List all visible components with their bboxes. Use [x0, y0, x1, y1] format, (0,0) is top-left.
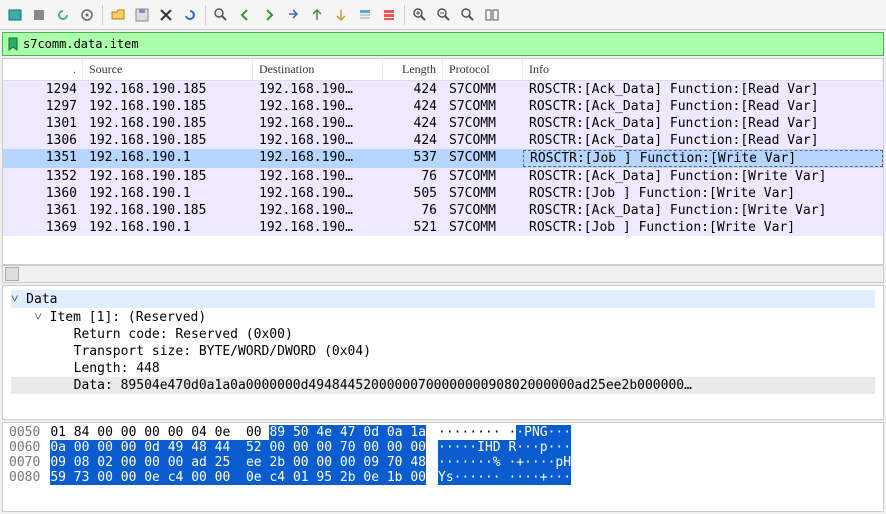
close-icon[interactable]: [155, 4, 177, 26]
packet-row[interactable]: 1360192.168.190.1192.168.190…505S7COMMRO…: [3, 185, 883, 202]
packet-row[interactable]: 1294192.168.190.185192.168.190…424S7COMM…: [3, 81, 883, 98]
find-icon[interactable]: [210, 4, 232, 26]
packet-row[interactable]: 1361192.168.190.185192.168.190…76S7COMMR…: [3, 202, 883, 219]
tree-item-node[interactable]: ˅ Item [1]: (Reserved): [11, 308, 875, 326]
save-icon[interactable]: [131, 4, 153, 26]
packet-list-pane[interactable]: . Source Destination Length Protocol Inf…: [2, 58, 884, 265]
tree-data-hex[interactable]: Data: 89504e470d0a1a0a0000000d4948445200…: [11, 377, 875, 394]
packet-row[interactable]: 1351192.168.190.1192.168.190…537S7COMMRO…: [3, 149, 883, 168]
interfaces-icon[interactable]: [4, 4, 26, 26]
stop-icon[interactable]: [28, 4, 50, 26]
colorize-icon[interactable]: [378, 4, 400, 26]
packet-list-header: . Source Destination Length Protocol Inf…: [3, 59, 883, 81]
packet-row[interactable]: 1306192.168.190.185192.168.190…424S7COMM…: [3, 132, 883, 149]
packet-row[interactable]: 1297192.168.190.185192.168.190…424S7COMM…: [3, 98, 883, 115]
tree-transport-size[interactable]: Transport size: BYTE/WORD/DWORD (0x04): [11, 343, 875, 360]
tree-data-node[interactable]: ˅ Data: [11, 290, 875, 308]
col-header-number[interactable]: .: [3, 59, 83, 80]
main-toolbar: [0, 0, 886, 30]
hex-dump-pane[interactable]: 005001 84 00 00 00 00 04 0e 00 89 50 4e …: [2, 422, 884, 512]
hex-row[interactable]: 007009 08 02 00 00 00 ad 25 ee 2b 00 00 …: [9, 455, 877, 470]
go-forward-icon[interactable]: [258, 4, 280, 26]
chevron-down-icon[interactable]: ˅: [11, 292, 26, 307]
tree-length[interactable]: Length: 448: [11, 360, 875, 377]
go-last-icon[interactable]: [330, 4, 352, 26]
hex-row[interactable]: 005001 84 00 00 00 00 04 0e 00 89 50 4e …: [9, 425, 877, 440]
packet-row[interactable]: 1369192.168.190.1192.168.190…521S7COMMRO…: [3, 219, 883, 236]
hex-row[interactable]: 008059 73 00 00 0e c4 00 00 0e c4 01 95 …: [9, 470, 877, 485]
packet-details-pane[interactable]: ˅ Data ˅ Item [1]: (Reserved) Return cod…: [2, 285, 884, 420]
display-filter-input[interactable]: [23, 37, 879, 51]
col-header-protocol[interactable]: Protocol: [443, 59, 523, 80]
options-icon[interactable]: [76, 4, 98, 26]
packet-list-hscroll[interactable]: [2, 265, 884, 283]
zoom-out-icon[interactable]: [433, 4, 455, 26]
packet-row[interactable]: 1352192.168.190.185192.168.190…76S7COMMR…: [3, 168, 883, 185]
reload-icon[interactable]: [179, 4, 201, 26]
zoom-reset-icon[interactable]: [457, 4, 479, 26]
resize-columns-icon[interactable]: [481, 4, 503, 26]
restart-icon[interactable]: [52, 4, 74, 26]
col-header-info[interactable]: Info: [523, 59, 883, 80]
chevron-down-icon[interactable]: ˅: [34, 310, 49, 325]
col-header-destination[interactable]: Destination: [253, 59, 383, 80]
go-back-icon[interactable]: [234, 4, 256, 26]
col-header-source[interactable]: Source: [83, 59, 253, 80]
bookmark-icon: [7, 37, 19, 51]
open-icon[interactable]: [107, 4, 129, 26]
jump-to-icon[interactable]: [282, 4, 304, 26]
tree-return-code[interactable]: Return code: Reserved (0x00): [11, 326, 875, 343]
packet-row[interactable]: 1301192.168.190.185192.168.190…424S7COMM…: [3, 115, 883, 132]
go-first-icon[interactable]: [306, 4, 328, 26]
hex-row[interactable]: 00600a 00 00 00 0d 49 48 44 52 00 00 00 …: [9, 440, 877, 455]
col-header-length[interactable]: Length: [383, 59, 443, 80]
display-filter-bar[interactable]: [2, 32, 884, 56]
auto-scroll-icon[interactable]: [354, 4, 376, 26]
zoom-in-icon[interactable]: [409, 4, 431, 26]
